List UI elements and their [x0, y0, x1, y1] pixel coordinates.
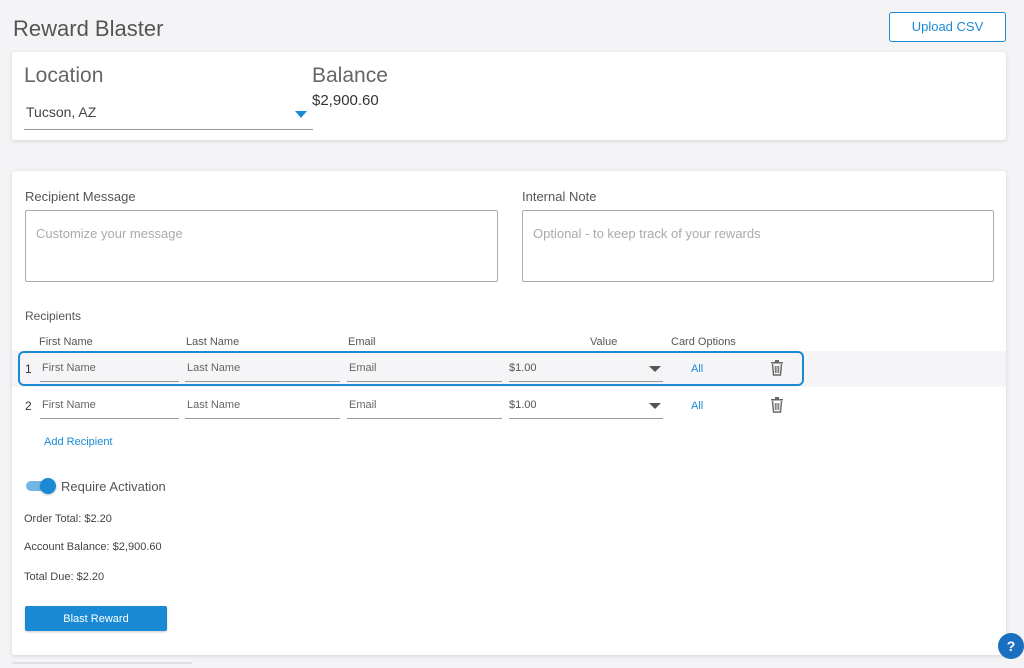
email-input[interactable]	[347, 392, 502, 419]
location-select[interactable]: Tucson, AZ	[24, 96, 313, 130]
order-total: Order Total: $2.20	[24, 513, 112, 525]
col-first-name: First Name	[39, 336, 93, 348]
first-name-input[interactable]	[40, 355, 179, 382]
footer-divider	[12, 662, 192, 664]
upload-csv-button[interactable]: Upload CSV	[889, 12, 1006, 42]
total-due: Total Due: $2.20	[24, 571, 105, 583]
value-text: $1.00	[509, 362, 537, 374]
location-balance-card: Location Tucson, AZ Balance $2,900.60	[12, 52, 1006, 140]
card-options-link[interactable]: All	[691, 400, 703, 412]
value-select[interactable]: $1.00	[509, 392, 663, 419]
internal-note-label: Internal Note	[522, 189, 597, 204]
balance-label: Balance	[312, 64, 388, 87]
last-name-input[interactable]	[185, 355, 340, 382]
value-select[interactable]: $1.00	[509, 355, 663, 382]
require-activation-toggle[interactable]	[26, 478, 56, 494]
add-recipient-link[interactable]: Add Recipient	[44, 436, 113, 448]
recipient-row: 1 $1.00 All	[12, 351, 1006, 387]
col-email: Email	[348, 336, 376, 348]
value-text: $1.00	[509, 399, 537, 411]
first-name-input[interactable]	[40, 392, 179, 419]
balance-value: $2,900.60	[312, 92, 379, 109]
caret-down-icon	[649, 403, 661, 409]
require-activation-label: Require Activation	[61, 479, 166, 494]
recipient-message-label: Recipient Message	[25, 189, 136, 204]
col-last-name: Last Name	[186, 336, 240, 348]
recipient-row: 2 $1.00 All	[12, 388, 1006, 424]
trash-icon[interactable]	[770, 360, 784, 376]
help-button[interactable]: ?	[998, 633, 1024, 659]
page-title: Reward Blaster	[13, 16, 164, 41]
row-number: 1	[25, 362, 32, 376]
account-balance: Account Balance: $2,900.60	[24, 541, 162, 553]
last-name-input[interactable]	[185, 392, 340, 419]
email-input[interactable]	[347, 355, 502, 382]
reward-form-card: Recipient Message Internal Note Recipien…	[12, 171, 1006, 655]
blast-reward-button[interactable]: Blast Reward	[25, 606, 167, 631]
card-options-link[interactable]: All	[691, 363, 703, 375]
trash-icon[interactable]	[770, 397, 784, 413]
caret-down-icon	[295, 111, 307, 118]
caret-down-icon	[649, 366, 661, 372]
location-value: Tucson, AZ	[26, 104, 97, 120]
internal-note-input[interactable]	[522, 210, 994, 282]
location-label: Location	[24, 64, 104, 87]
toggle-knob	[40, 478, 56, 494]
row-number: 2	[25, 399, 32, 413]
col-value: Value	[590, 336, 618, 348]
col-card-options: Card Options	[671, 336, 736, 348]
recipient-message-input[interactable]	[25, 210, 498, 282]
recipients-title: Recipients	[25, 309, 82, 323]
